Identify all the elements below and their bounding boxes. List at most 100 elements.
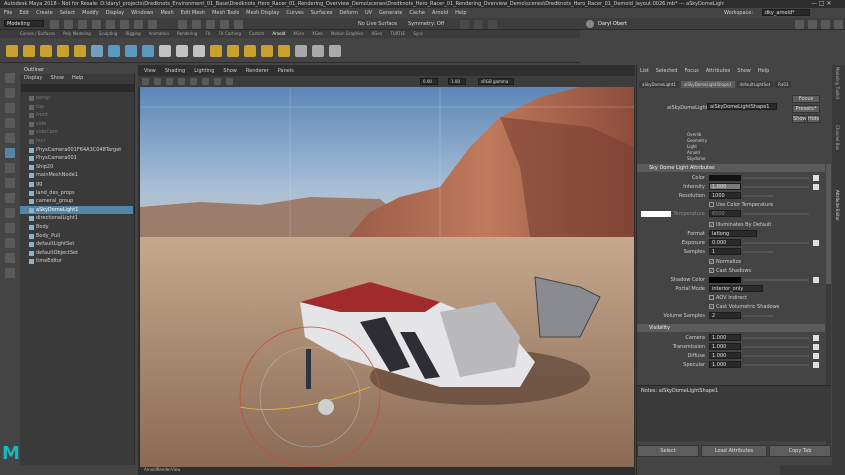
shelf-tool-icon[interactable] bbox=[40, 45, 52, 57]
shelf-tool-icon[interactable] bbox=[193, 45, 205, 57]
specular-slider[interactable] bbox=[743, 364, 809, 366]
format-select[interactable]: latlong bbox=[709, 230, 757, 237]
outliner-menu-item[interactable]: Display bbox=[24, 75, 42, 81]
map-button-icon[interactable] bbox=[813, 184, 819, 190]
cast-volumetric-checkbox[interactable]: ✓ Cast Volumetric Shadows bbox=[709, 303, 779, 311]
smooth-shade-icon[interactable] bbox=[178, 78, 185, 85]
copy-tab-button[interactable]: Copy Tab bbox=[769, 445, 831, 457]
textured-icon[interactable] bbox=[190, 78, 197, 85]
shelf-tool-icon[interactable] bbox=[159, 45, 171, 57]
cast-shadows-checkbox[interactable]: ✓ Cast Shadows bbox=[709, 267, 751, 275]
undo-icon[interactable] bbox=[92, 20, 101, 29]
map-button-icon[interactable] bbox=[813, 175, 819, 181]
exposure-field[interactable]: 0.000 bbox=[709, 239, 741, 246]
resolution-field[interactable]: 1000 bbox=[709, 192, 741, 199]
shelf-tool-icon[interactable] bbox=[6, 45, 18, 57]
map-button-icon[interactable] bbox=[813, 277, 819, 283]
ae-menu-item[interactable]: List bbox=[640, 68, 649, 74]
snap-view-icon[interactable] bbox=[220, 20, 229, 29]
toggle-panel-icon[interactable] bbox=[808, 20, 817, 29]
temperature-slider[interactable] bbox=[743, 213, 809, 215]
tab-channel-box[interactable]: Channel Box bbox=[835, 125, 840, 150]
snap-point-icon[interactable] bbox=[206, 20, 215, 29]
menu-item[interactable]: Deform bbox=[339, 10, 358, 16]
outliner-item[interactable]: side bbox=[20, 120, 133, 129]
snap-surface-icon[interactable] bbox=[234, 20, 243, 29]
exposure-field[interactable]: 0.00 bbox=[420, 78, 438, 85]
ae-menu-item[interactable]: Selected bbox=[656, 68, 678, 74]
ae-menu-item[interactable]: Help bbox=[758, 68, 769, 74]
shelf-tab[interactable]: Arnold bbox=[272, 31, 285, 36]
save-scene-icon[interactable] bbox=[78, 20, 87, 29]
outliner-item[interactable]: timeEditor bbox=[20, 257, 133, 266]
live-surface-label[interactable]: No Live Surface bbox=[358, 21, 397, 27]
outliner-item[interactable]: Body bbox=[20, 223, 133, 232]
ae-tab[interactable]: defaultLightSet bbox=[736, 81, 774, 88]
menu-item[interactable]: Modify bbox=[82, 10, 99, 16]
outliner-item[interactable]: sideCam bbox=[20, 128, 133, 137]
outliner-item[interactable]: PhysCamera001 bbox=[20, 154, 133, 163]
colorspace-select[interactable]: sRGB gamma bbox=[478, 78, 514, 85]
shelf-tab[interactable]: FX bbox=[205, 31, 210, 36]
outliner-item[interactable]: faci bbox=[20, 137, 133, 146]
ae-tab[interactable]: aSkyDomeLight1 bbox=[639, 81, 679, 88]
menu-item[interactable]: Mesh bbox=[160, 10, 173, 16]
select-hierarchy-icon[interactable] bbox=[120, 20, 129, 29]
shelf-tool-icon[interactable] bbox=[23, 45, 35, 57]
viewport-menu-item[interactable]: Renderer bbox=[246, 68, 269, 74]
shelf-tab[interactable]: Curves / Surfaces bbox=[20, 31, 55, 36]
shelf-tool-icon[interactable] bbox=[278, 45, 290, 57]
shelf-tab[interactable]: XGen bbox=[312, 31, 323, 36]
viewport-menu-item[interactable]: Shading bbox=[165, 68, 185, 74]
toggle-panel-icon[interactable] bbox=[834, 20, 843, 29]
outliner-item[interactable]: mainMeshNode1 bbox=[20, 171, 133, 180]
intensity-slider[interactable] bbox=[743, 186, 809, 188]
tool-icon[interactable] bbox=[5, 133, 15, 143]
snap-curve-icon[interactable] bbox=[192, 20, 201, 29]
shelf-tab[interactable]: TURTLE bbox=[390, 31, 405, 36]
tool-icon[interactable] bbox=[5, 268, 15, 278]
menu-item[interactable]: Surfaces bbox=[311, 10, 333, 16]
shelf-tab[interactable]: Sculpting bbox=[99, 31, 118, 36]
samples-field[interactable]: 1 bbox=[709, 248, 741, 255]
shelf-tool-icon[interactable] bbox=[74, 45, 86, 57]
shelf-tab[interactable]: Poly Modeling bbox=[63, 31, 91, 36]
map-button-icon[interactable] bbox=[813, 362, 819, 368]
viewport-menu-item[interactable]: Lighting bbox=[194, 68, 214, 74]
camera-icon[interactable] bbox=[142, 78, 149, 85]
viewport-scene[interactable] bbox=[140, 87, 634, 467]
resolution-slider[interactable] bbox=[743, 195, 773, 197]
menu-item[interactable]: UV bbox=[365, 10, 372, 16]
outliner-item[interactable]: directionalLight1 bbox=[20, 214, 133, 223]
shelf-tab[interactable]: Rendering bbox=[177, 31, 197, 36]
menu-item[interactable]: Curves bbox=[286, 10, 303, 16]
select-button[interactable]: Select bbox=[637, 445, 699, 457]
outliner-item[interactable]: defaultObjectSet bbox=[20, 249, 133, 258]
gamma-field[interactable]: 1.00 bbox=[448, 78, 466, 85]
menu-item[interactable]: Mesh Display bbox=[246, 10, 279, 16]
tool-icon[interactable] bbox=[5, 238, 15, 248]
ipr-icon[interactable] bbox=[474, 20, 483, 29]
outliner-menu-item[interactable]: Show bbox=[50, 75, 64, 81]
shelf-tool-icon[interactable] bbox=[261, 45, 273, 57]
snap-grid-icon[interactable] bbox=[178, 20, 187, 29]
outliner-item[interactable]: aSkyDomeLight1 bbox=[20, 205, 133, 215]
menu-item[interactable]: Create bbox=[36, 10, 53, 16]
symmetry-label[interactable]: Symmetry: Off bbox=[408, 21, 444, 27]
intensity-field[interactable]: 1.000 bbox=[709, 183, 741, 190]
viewport-menu-item[interactable]: Panels bbox=[278, 68, 294, 74]
focus-button[interactable]: Focus bbox=[792, 95, 820, 103]
color-swatch[interactable] bbox=[709, 175, 741, 181]
shelf-tab[interactable]: Motion Graphics bbox=[331, 31, 364, 36]
outliner-menu-item[interactable]: Help bbox=[72, 75, 83, 81]
menuset-select[interactable]: Modeling bbox=[4, 20, 44, 27]
shelf-tool-icon[interactable] bbox=[91, 45, 103, 57]
shelf-tab[interactable]: Custom bbox=[249, 31, 264, 36]
outliner-item[interactable]: Ship20 bbox=[20, 163, 133, 172]
outliner-item[interactable]: cameral_group bbox=[20, 197, 133, 206]
tab-attribute-editor[interactable]: Attribute Editor bbox=[835, 190, 840, 221]
viewport-menu-item[interactable]: View bbox=[144, 68, 156, 74]
camera-vis-slider[interactable] bbox=[743, 337, 809, 339]
ae-menu-item[interactable]: Focus bbox=[684, 68, 698, 74]
presets-button[interactable]: Presets* bbox=[792, 105, 820, 113]
